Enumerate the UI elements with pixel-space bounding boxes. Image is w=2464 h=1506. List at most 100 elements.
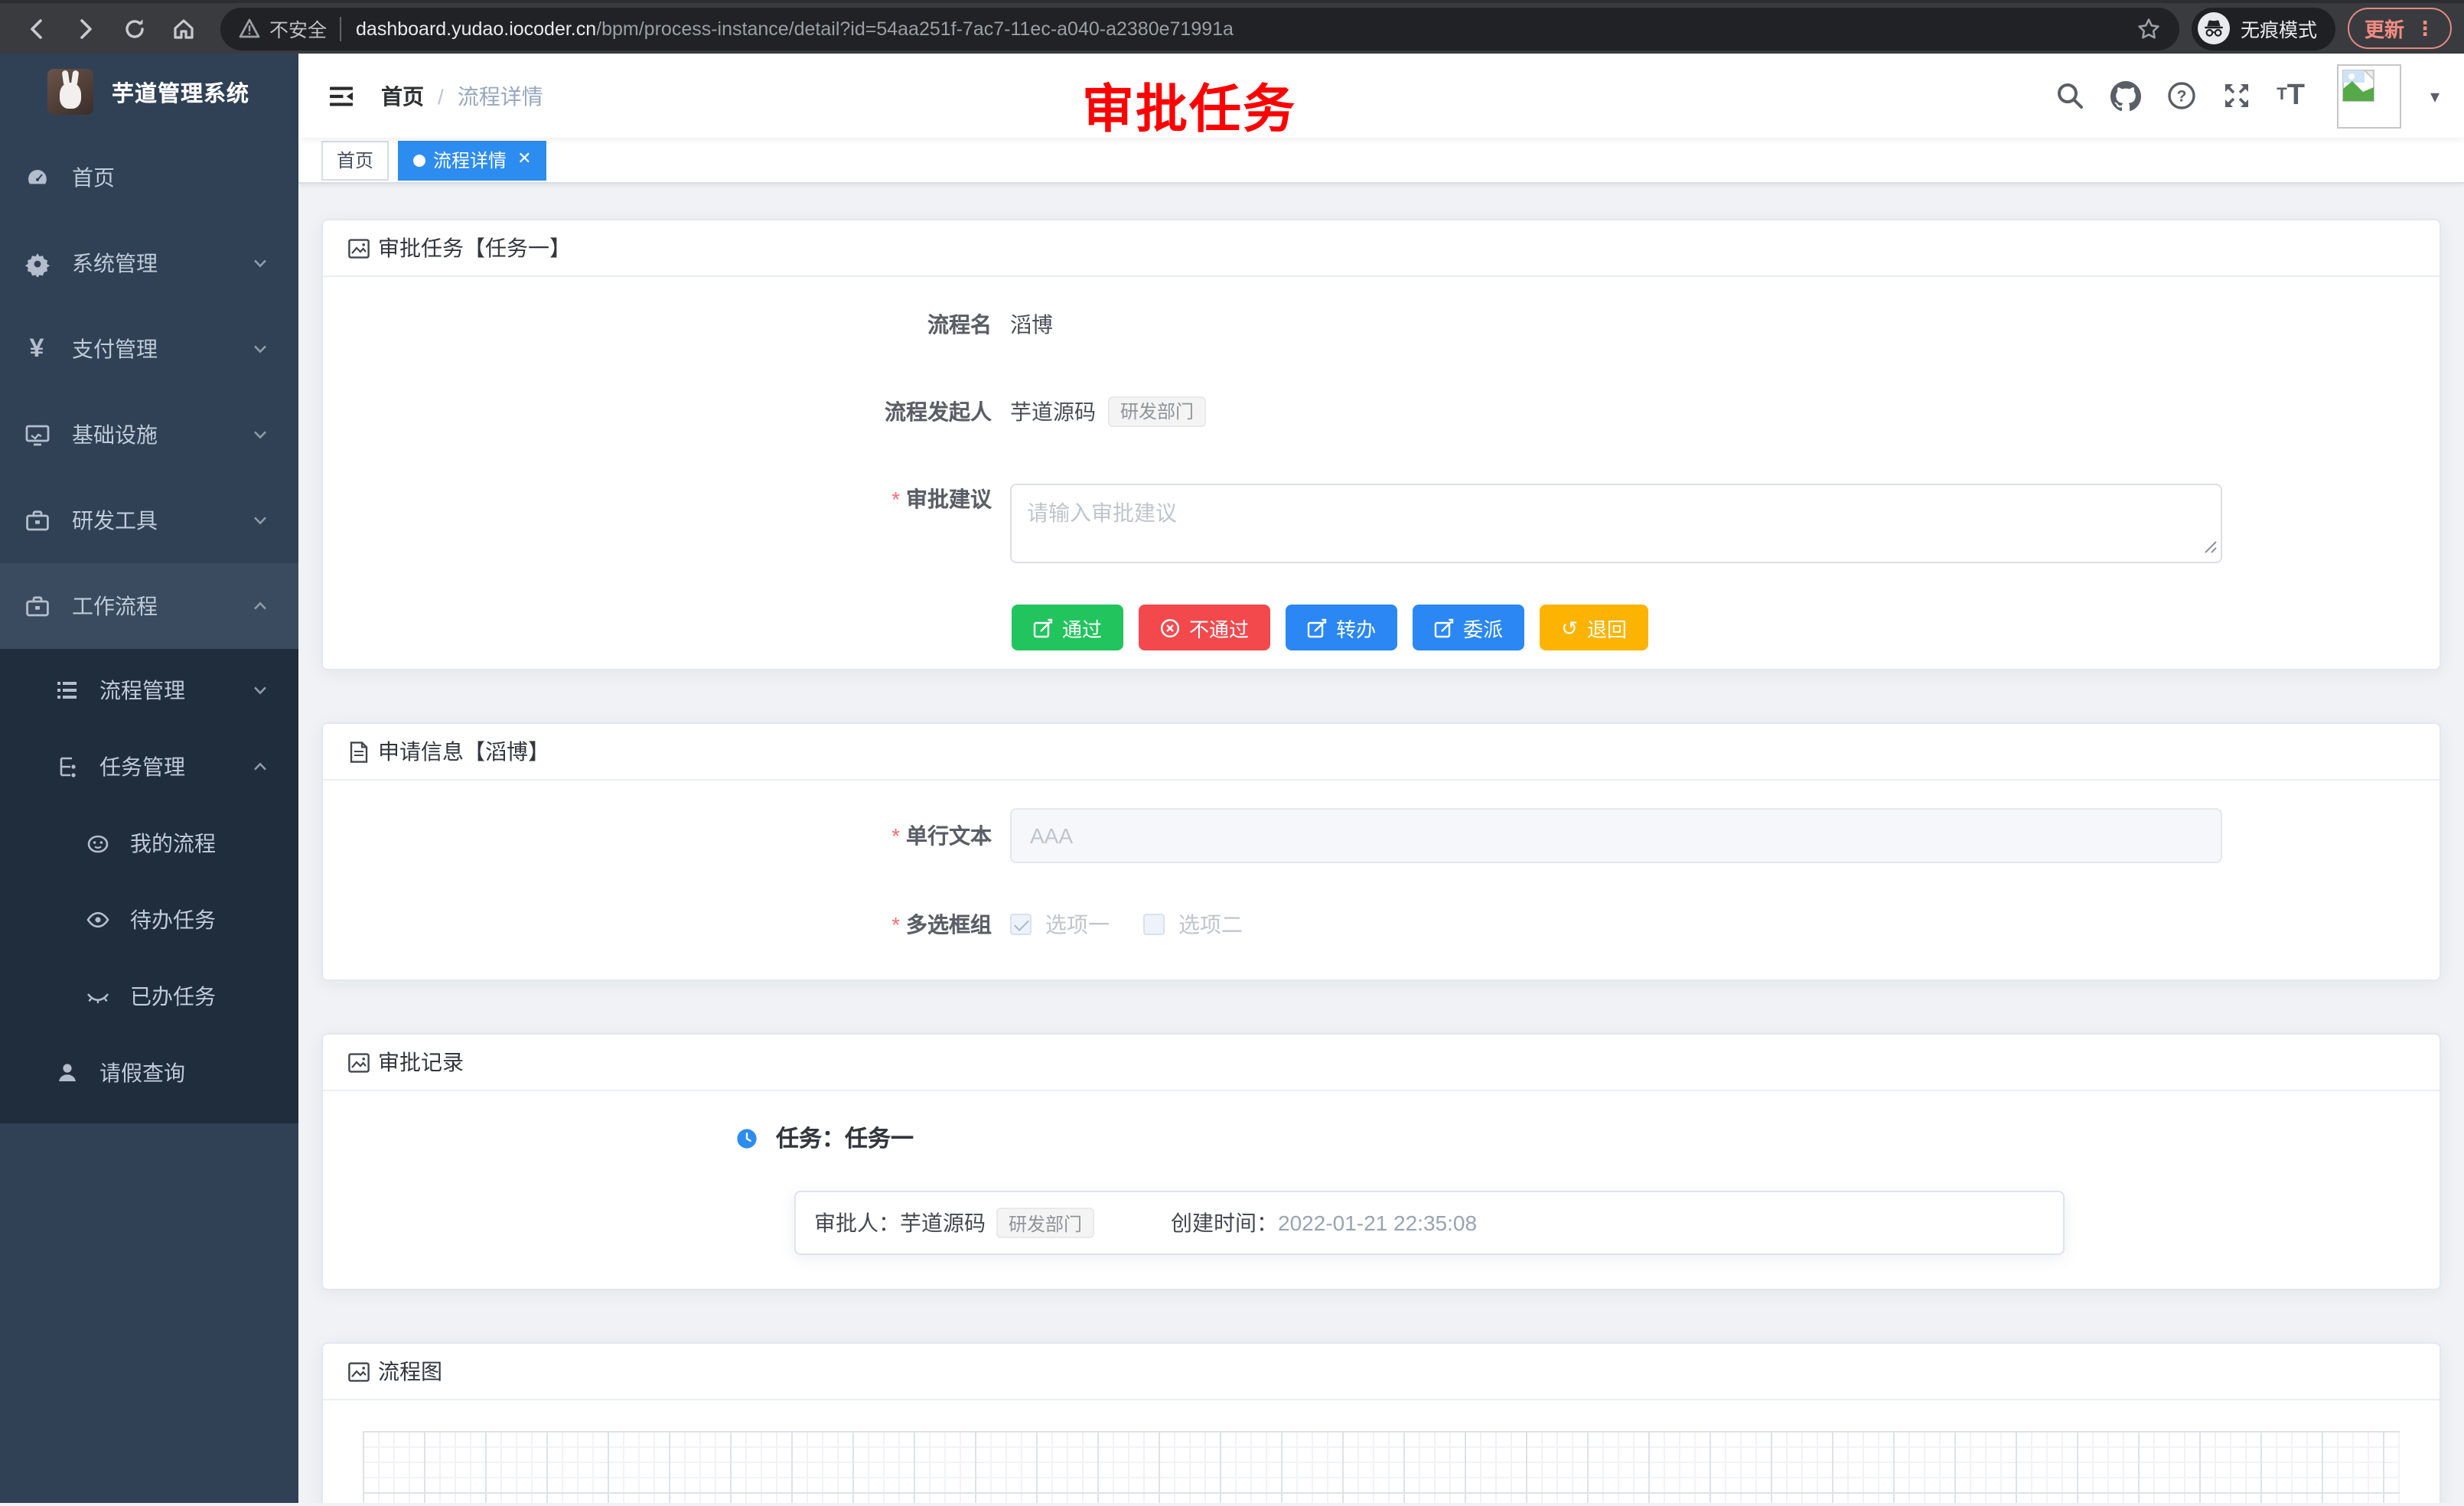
forward-button[interactable] bbox=[66, 8, 106, 48]
card-title: 审批任务【任务一】 bbox=[378, 233, 571, 263]
svg-text:?: ? bbox=[2176, 87, 2186, 105]
checkbox-option-1[interactable]: 选项一 bbox=[1010, 909, 1110, 940]
picture-icon bbox=[347, 236, 370, 259]
record-box: 审批人： 芋道源码 研发部门 创建时间： 2022-01-21 22:35:08 bbox=[794, 1191, 2065, 1255]
chevron-down-icon bbox=[251, 340, 269, 358]
sidebar-menu: 首页 系统管理 ¥ 支付管理 bbox=[0, 130, 298, 1123]
update-chip[interactable]: 更新 ⋮ bbox=[2348, 8, 2452, 49]
chevron-down-icon bbox=[251, 681, 269, 699]
sidebar-item-devtools[interactable]: 研发工具 bbox=[0, 478, 298, 563]
face-icon bbox=[84, 830, 112, 857]
card-title: 申请信息【滔博】 bbox=[378, 736, 549, 767]
approve-record-card: 审批记录 任务：任务一 审批人： 芋道 bbox=[321, 1033, 2441, 1290]
sidebar-item-task-mgmt[interactable]: 任务管理 bbox=[0, 729, 298, 805]
assignee-label: 审批人： bbox=[814, 1208, 900, 1238]
avatar-dropdown-caret[interactable]: ▾ bbox=[2430, 85, 2440, 106]
reload-button[interactable] bbox=[115, 8, 155, 48]
sidebar-item-payment[interactable]: ¥ 支付管理 bbox=[0, 306, 298, 392]
suggestion-row: *审批建议 bbox=[323, 484, 2440, 568]
tag-close-icon[interactable]: ✕ bbox=[514, 152, 531, 168]
sidebar-item-leave-query[interactable]: 请假查询 bbox=[0, 1035, 298, 1111]
sidebar-item-process-mgmt[interactable]: 流程管理 bbox=[0, 652, 298, 729]
toolbox-icon bbox=[23, 507, 51, 534]
fullscreen-icon[interactable] bbox=[2221, 81, 2251, 110]
breadcrumb: 首页 / 流程详情 bbox=[381, 80, 543, 111]
sidebar-item-label: 流程管理 bbox=[0, 675, 185, 706]
approve-actions: 通过 不通过 转办 委 bbox=[323, 605, 2440, 669]
sidebar-item-system[interactable]: 系统管理 bbox=[0, 220, 298, 306]
button-label: 转办 bbox=[1336, 613, 1376, 642]
suggestion-textarea[interactable] bbox=[1010, 484, 2222, 563]
sidebar-item-workflow[interactable]: 工作流程 bbox=[0, 563, 298, 649]
edit-icon bbox=[1033, 618, 1053, 637]
checkbox-group: 选项一 选项二 bbox=[1010, 909, 1243, 940]
update-label: 更新 bbox=[2365, 14, 2404, 43]
page-content: 审批任务【任务一】 流程名 滔博 流程发起人 芋道源码 研发部门 bbox=[298, 184, 2464, 1503]
font-size-icon[interactable]: TT bbox=[2277, 81, 2305, 110]
breadcrumb-separator: / bbox=[438, 83, 444, 108]
hamburger-icon[interactable] bbox=[317, 71, 366, 120]
omnibox-divider bbox=[339, 16, 341, 41]
url-path: /bpm/process-instance/detail?id=54aa251f… bbox=[596, 18, 1234, 39]
suggestion-label: 审批建议 bbox=[906, 487, 992, 511]
flow-chart-card: 流程图 bbox=[321, 1342, 2441, 1503]
tag-label: 流程详情 bbox=[433, 147, 507, 173]
workflow-submenu: 流程管理 任务管理 我的流程 bbox=[0, 649, 298, 1123]
app-logo bbox=[47, 69, 93, 115]
help-icon[interactable]: ? bbox=[2166, 81, 2195, 110]
timeline-clock-icon bbox=[736, 1127, 758, 1149]
app-logo-row[interactable]: 芋道管理系统 bbox=[0, 54, 298, 130]
active-tag-dot bbox=[413, 154, 425, 166]
github-icon[interactable] bbox=[2110, 80, 2140, 111]
tags-view: 首页 流程详情 ✕ bbox=[298, 138, 2464, 184]
button-label: 通过 bbox=[1062, 613, 1102, 642]
chevron-up-icon bbox=[251, 758, 269, 776]
breadcrumb-home[interactable]: 首页 bbox=[381, 80, 424, 111]
dept-tag: 研发部门 bbox=[1108, 396, 1206, 427]
document-icon bbox=[347, 740, 370, 763]
security-label: 不安全 bbox=[269, 14, 327, 43]
create-time-value: 2022-01-21 22:35:08 bbox=[1278, 1211, 1477, 1235]
dept-tag: 研发部门 bbox=[996, 1208, 1094, 1238]
sidebar-item-my-process[interactable]: 我的流程 bbox=[0, 805, 298, 882]
apply-info-card: 申请信息【滔博】 *单行文本 *多选框组 选项一 bbox=[321, 722, 2441, 981]
approve-task-card: 审批任务【任务一】 流程名 滔博 流程发起人 芋道源码 研发部门 bbox=[321, 219, 2441, 670]
edit-icon bbox=[1307, 618, 1327, 637]
home-button[interactable] bbox=[164, 8, 204, 48]
annotation-text: 审批任务 bbox=[1082, 67, 1296, 142]
process-name-row: 流程名 滔博 bbox=[323, 309, 2440, 340]
delegate-button[interactable]: 委派 bbox=[1413, 605, 1524, 650]
tag-process-detail[interactable]: 流程详情 ✕ bbox=[398, 140, 546, 180]
tag-home[interactable]: 首页 bbox=[321, 140, 389, 180]
avatar[interactable] bbox=[2337, 64, 2401, 128]
sidebar-item-done-task[interactable]: 已办任务 bbox=[0, 958, 298, 1035]
approve-timeline: 任务：任务一 审批人： 芋道源码 研发部门 创建时间： 2022-01-21 2… bbox=[736, 1091, 2440, 1289]
edit-icon bbox=[1434, 618, 1454, 637]
required-asterisk: * bbox=[891, 912, 900, 937]
single-text-input[interactable] bbox=[1010, 808, 2222, 863]
process-name-label: 流程名 bbox=[323, 309, 1010, 340]
address-bar[interactable]: 不安全 dashboard.yudao.iocoder.cn/bpm/proce… bbox=[220, 7, 2179, 50]
transfer-button[interactable]: 转办 bbox=[1286, 605, 1397, 650]
checkbox-option-2[interactable]: 选项二 bbox=[1143, 909, 1243, 940]
initiator-label: 流程发起人 bbox=[323, 396, 1010, 427]
sidebar-item-infra[interactable]: 基础设施 bbox=[0, 392, 298, 478]
pass-button[interactable]: 通过 bbox=[1012, 605, 1123, 650]
bookmark-star-icon[interactable] bbox=[2136, 16, 2161, 41]
sidebar-item-todo-task[interactable]: 待办任务 bbox=[0, 882, 298, 958]
reject-button[interactable]: 不通过 bbox=[1139, 605, 1270, 650]
bpmn-diagram-canvas[interactable] bbox=[363, 1431, 2400, 1503]
rollback-icon: ↺ bbox=[1561, 618, 1578, 637]
browser-menu-icon[interactable]: ⋮ bbox=[2415, 16, 2435, 41]
button-label: 不通过 bbox=[1189, 613, 1249, 642]
checkbox-group-label: 多选框组 bbox=[906, 912, 992, 937]
checkbox-checked-icon bbox=[1010, 914, 1032, 935]
search-icon[interactable] bbox=[2055, 81, 2084, 110]
back-button[interactable] bbox=[17, 8, 57, 48]
yen-icon: ¥ bbox=[23, 335, 51, 363]
sidebar-item-home[interactable]: 首页 bbox=[0, 135, 298, 220]
checkbox-unchecked-icon bbox=[1143, 914, 1165, 935]
incognito-badge: 无痕模式 bbox=[2192, 7, 2335, 50]
card-title: 审批记录 bbox=[378, 1047, 464, 1077]
return-button[interactable]: ↺ 退回 bbox=[1540, 605, 1648, 650]
